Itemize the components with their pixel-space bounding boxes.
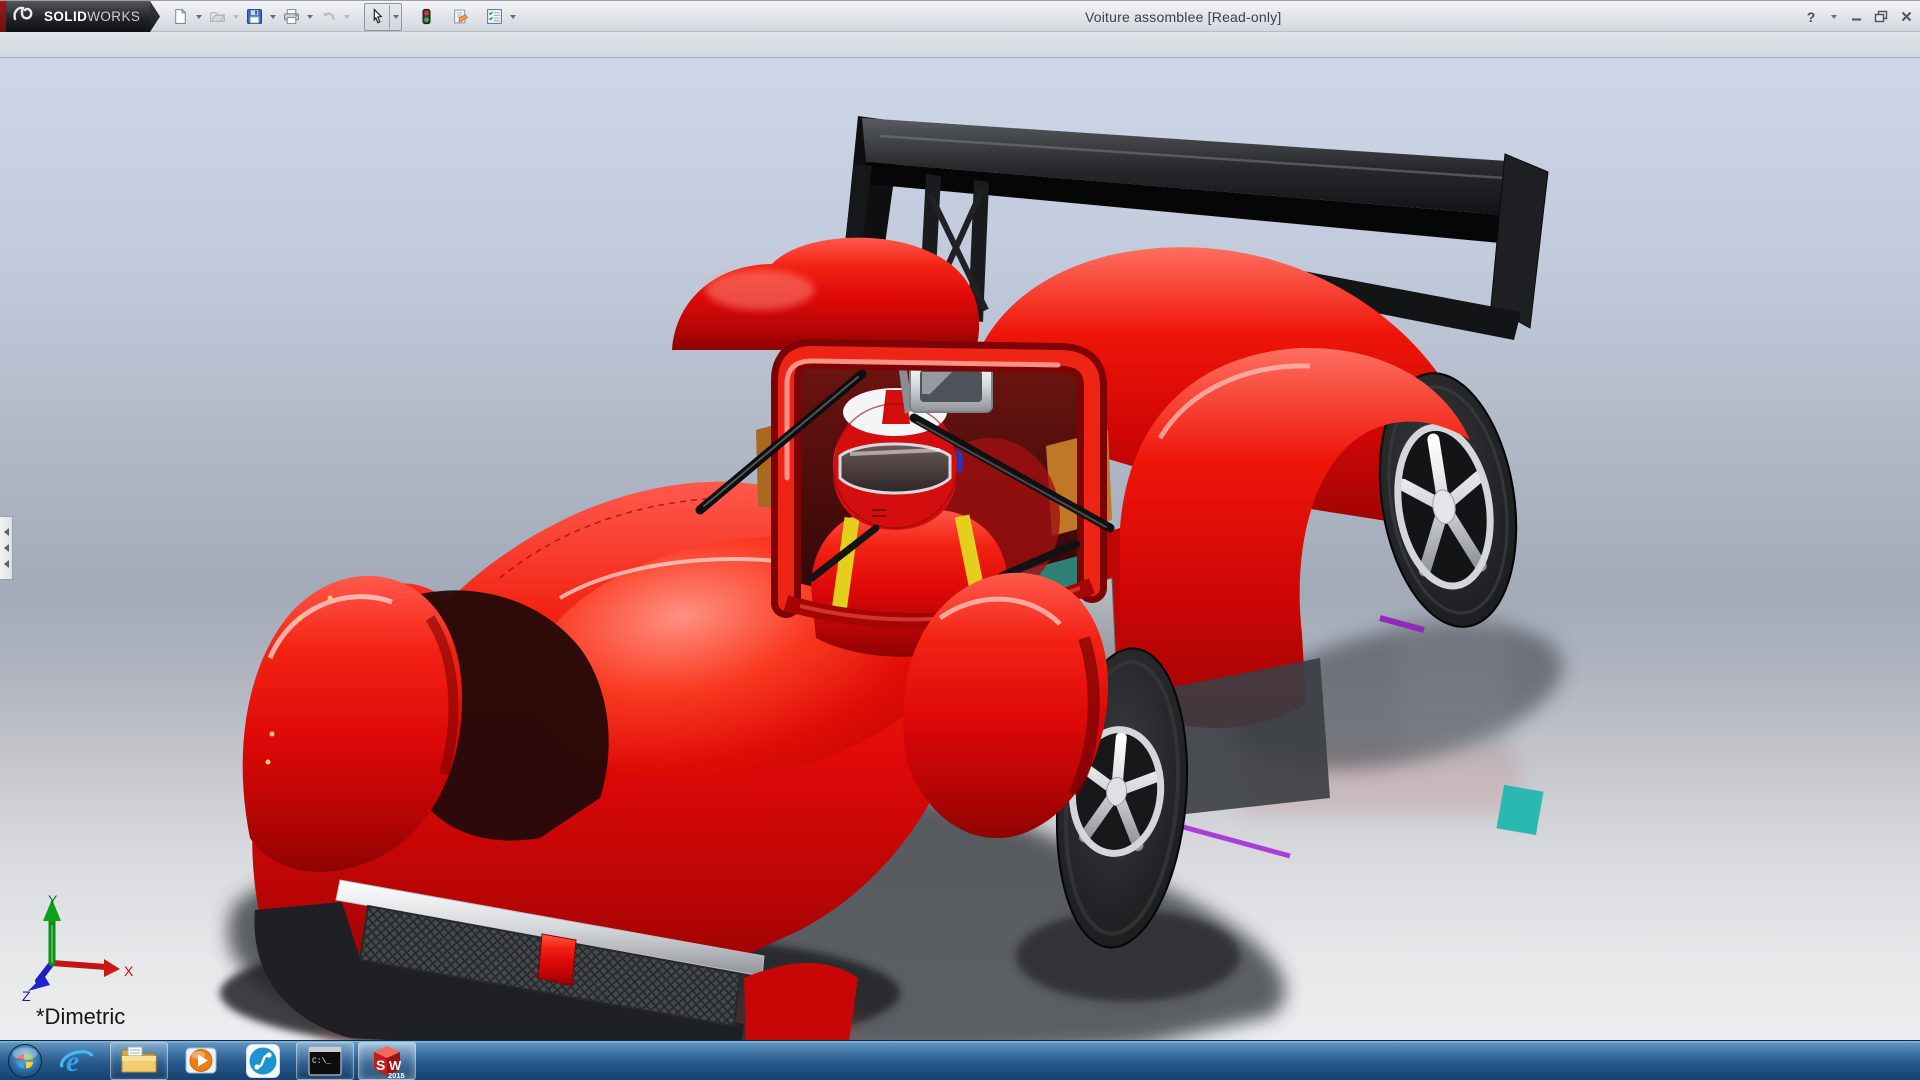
open-document-button[interactable] [205, 4, 229, 30]
solidworks-logo: SOLIDWORKS [0, 1, 150, 32]
start-button[interactable] [6, 1042, 44, 1080]
svg-text:2015: 2015 [388, 1071, 405, 1080]
nose-center-post [538, 934, 576, 986]
chevron-left-icon [4, 544, 9, 552]
window-title: Voiture assomblee [Read-only] [1085, 9, 1281, 25]
taskbar-solidworks[interactable]: S W 2015 [358, 1042, 416, 1080]
taskbar-dassault-app[interactable] [234, 1042, 292, 1080]
title-bar: SOLIDWORKS [0, 0, 1920, 32]
close-button[interactable] [1898, 8, 1914, 26]
triad-x-label: X [124, 963, 134, 979]
solidworks-wordmark: SOLIDWORKS [44, 9, 140, 24]
open-document-dropdown[interactable] [230, 4, 241, 30]
undo-dropdown[interactable] [341, 4, 352, 30]
chevron-left-icon [4, 528, 9, 536]
title-controls: ? [1803, 1, 1914, 32]
new-document-dropdown[interactable] [193, 4, 204, 30]
options-dropdown[interactable] [507, 4, 518, 30]
new-document-button[interactable] [168, 4, 192, 30]
reference-triad: Y X Z [18, 891, 148, 1003]
print-dropdown[interactable] [304, 4, 315, 30]
solidworks-window: SOLIDWORKS [0, 0, 1920, 1080]
svg-text:C:\_: C:\_ [312, 1057, 331, 1066]
race-car-model [0, 58, 1920, 1040]
select-tool-group [364, 3, 402, 31]
select-tool-dropdown[interactable] [389, 5, 401, 29]
windows-taskbar: e [0, 1040, 1920, 1080]
sheet-properties-button[interactable] [448, 4, 472, 30]
graphics-viewport[interactable]: Y X Z *Dimetric [0, 58, 1920, 1040]
taskbar-internet-explorer[interactable]: e [48, 1042, 106, 1080]
save-dropdown[interactable] [267, 4, 278, 30]
logo-arrow-tab [150, 1, 160, 32]
select-tool-button[interactable] [365, 4, 389, 30]
options-checklist-button[interactable] [482, 4, 506, 30]
taskbar-media-player[interactable] [172, 1042, 230, 1080]
taskbar-windows-explorer[interactable] [110, 1042, 168, 1080]
save-button[interactable] [242, 4, 266, 30]
rebuild-traffic-light-button[interactable] [414, 4, 438, 30]
minimize-button[interactable] [1848, 8, 1864, 26]
triad-y-label: Y [48, 892, 58, 908]
help-button[interactable]: ? [1803, 8, 1819, 26]
restore-button[interactable] [1873, 8, 1889, 26]
chevron-left-icon [4, 560, 9, 568]
view-toolbar-strip [0, 32, 1920, 58]
rear-airbox [672, 238, 979, 350]
help-dropdown[interactable] [1828, 4, 1839, 30]
main-toolbar [168, 1, 518, 32]
triad-z-label: Z [22, 988, 31, 1003]
print-button[interactable] [279, 4, 303, 30]
view-orientation-label: *Dimetric [36, 1004, 125, 1030]
svg-text:S: S [376, 1057, 385, 1073]
taskbar-command-prompt[interactable]: C:\_ [296, 1042, 354, 1080]
feature-manager-collapsed-tab[interactable] [0, 516, 13, 580]
svg-text:e: e [66, 1045, 79, 1078]
undo-button[interactable] [316, 4, 340, 30]
dassault-systemes-logo-icon [12, 4, 38, 29]
